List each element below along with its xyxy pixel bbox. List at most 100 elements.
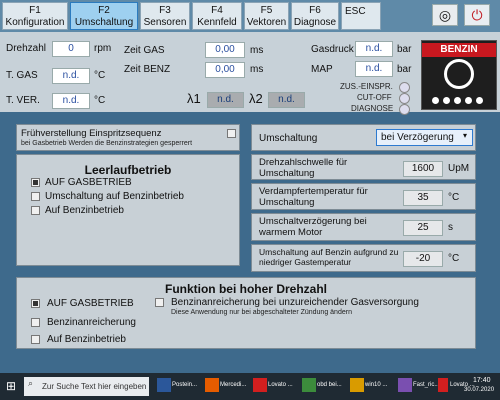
umschaltung-row: Drehzahlschwelle für Umschaltung 1600 Up…	[251, 154, 476, 180]
tab-key: F3	[159, 5, 171, 16]
verdampfertemperatur-input[interactable]: 35	[403, 190, 443, 206]
tgas-label: T. GAS	[6, 70, 38, 81]
tab-sensoren[interactable]: F3 Sensoren	[140, 2, 190, 30]
chevron-down-icon: ▾	[463, 131, 468, 140]
hoch-option-anreicherung-label: Benzinanreicherung	[47, 317, 136, 328]
hoch-option-benzin-checkbox[interactable]	[31, 335, 40, 344]
app-icon[interactable]	[350, 378, 364, 392]
search-placeholder: Zur Suche Text hier eingeben	[42, 382, 147, 391]
drehzahl-label: Drehzahl	[6, 43, 47, 54]
taskbar-app-label: Postein...	[172, 382, 198, 388]
tab-diagnose[interactable]: F6 Diagnose	[291, 2, 339, 30]
taskbar-search-input[interactable]: Zur Suche Text hier eingeben	[24, 377, 149, 396]
taskbar-app-label: Fast_ric...	[413, 382, 440, 388]
cutoff-indicator	[399, 93, 410, 104]
map-value: n.d.	[355, 61, 393, 77]
fuel-drop-icon	[444, 59, 474, 89]
umschaltung-selected-value: bei Verzögerung	[381, 132, 454, 143]
fruhverstellung-panel: Frühverstellung Einspritzsequenz bei Gas…	[16, 124, 240, 151]
leerlauf-option-gas-checkbox[interactable]	[31, 178, 40, 187]
leerlauf-option-umschaltung-checkbox[interactable]	[31, 192, 40, 201]
verdampfertemperatur-unit: °C	[448, 192, 460, 203]
gasdruck-value: n.d.	[355, 41, 393, 57]
app-icon[interactable]	[438, 378, 448, 392]
exit-icon: ⏻	[471, 7, 483, 23]
diagnose-indicator	[399, 104, 410, 115]
fruh-sub: bei Gasbetrieb Werden die Benzinstrategi…	[21, 140, 193, 147]
verdampfertemperatur-label: Verdampfertemperatur für Umschaltung	[259, 186, 368, 208]
gastemperatur-unit: °C	[448, 253, 460, 264]
benzin-status: BENZIN	[421, 40, 497, 110]
drehzahlschwelle-unit: UpM	[448, 163, 470, 174]
map-label: MAP	[311, 64, 333, 75]
app-icon[interactable]	[302, 378, 316, 392]
connection-icon-button[interactable]: ◎	[432, 4, 458, 26]
level-dot-icon	[476, 97, 483, 104]
leerlauf-option-gas-label: AUF GASBETRIEB	[45, 177, 132, 188]
taskbar-app-label: win10 ...	[365, 382, 388, 388]
drehzahlschwelle-input[interactable]: 1600	[403, 161, 443, 177]
tab-label: Konfiguration	[5, 17, 65, 28]
tgas-unit: °C	[94, 70, 106, 81]
lambda2-label: λ2	[249, 91, 263, 106]
zeitbenz-value: 0,00	[205, 62, 245, 78]
zus-label: ZUS.-EINSPR.	[340, 82, 393, 91]
tab-key: F2	[98, 5, 110, 16]
taskbar-app-label: obd bei...	[317, 382, 342, 388]
taskbar: ⊞ Zur Suche Text hier eingeben ⌕ Postein…	[0, 373, 500, 400]
tab-umschaltung[interactable]: F2 Umschaltung	[70, 2, 138, 30]
tab-key: F4	[211, 5, 223, 16]
fruh-checkbox[interactable]	[227, 129, 236, 138]
umschaltverzoegerung-input[interactable]: 25	[403, 220, 443, 236]
umschaltung-label: Umschaltung	[259, 133, 318, 144]
esc-label: ESC	[345, 6, 366, 17]
umschaltung-row: Verdampfertemperatur für Umschaltung 35 …	[251, 183, 476, 210]
app-icon[interactable]	[398, 378, 412, 392]
hoch-option-gas-checkbox[interactable]	[31, 299, 40, 308]
esc-button[interactable]: ESC	[341, 2, 381, 30]
zeitbenz-unit: ms	[250, 64, 264, 75]
tgas-value: n.d.	[52, 68, 90, 84]
gasversorgung-sub: Diese Anwendung nur bei abgeschalteter Z…	[171, 309, 352, 316]
leerlauf-option-umschaltung-label: Umschaltung auf Benzinbetrieb	[45, 191, 184, 202]
connection-icon: ◎	[438, 7, 452, 23]
tab-label: Kennfeld	[197, 17, 237, 28]
tab-label: Sensoren	[143, 17, 187, 28]
tab-label: Vektoren	[246, 17, 287, 28]
taskbar-app-label: Mercedi...	[220, 382, 247, 388]
tab-vektoren[interactable]: F5 Vektoren	[244, 2, 289, 30]
zeitgas-unit: ms	[250, 45, 264, 56]
cutoff-label: CUT-OFF	[357, 93, 392, 102]
search-icon: ⌕	[28, 378, 34, 388]
app-icon[interactable]	[253, 378, 267, 392]
gastemperatur-input[interactable]: -20	[403, 251, 443, 267]
tab-kennfeld[interactable]: F4 Kennfeld	[192, 2, 242, 30]
exit-icon-button[interactable]: ⏻	[464, 4, 490, 26]
hoch-title: Funktion bei hoher Drehzahl	[164, 282, 327, 296]
tab-konfiguration[interactable]: F1 Konfiguration	[2, 2, 68, 30]
leerlauf-panel: Leerlaufbetrieb AUF GASBETRIEB Umschaltu…	[16, 154, 240, 266]
level-dot-icon	[465, 97, 472, 104]
lambda1-label: λ1	[187, 91, 201, 106]
app-icon[interactable]	[205, 378, 219, 392]
hoch-option-anreicherung-checkbox[interactable]	[31, 318, 40, 327]
tver-label: T. VER.	[6, 95, 40, 106]
umschaltung-select[interactable]: bei Verzögerung ▾	[376, 129, 473, 146]
app-icon[interactable]	[157, 378, 171, 392]
umschaltung-row: Umschaltung auf Benzin aufgrund zu niedr…	[251, 244, 476, 272]
fruh-label: Frühverstellung Einspritzsequenz	[21, 128, 162, 139]
lambda2-value: n.d.	[268, 92, 305, 108]
level-dot-icon	[432, 97, 439, 104]
zeitgas-value: 0,00	[205, 42, 245, 58]
lambda1-value: n.d.	[207, 92, 244, 108]
windows-start-icon[interactable]: ⊞	[6, 379, 16, 393]
gasversorgung-checkbox[interactable]	[155, 298, 164, 307]
leerlauf-option-benzin-checkbox[interactable]	[31, 206, 40, 215]
tver-value: n.d.	[52, 93, 90, 109]
gastemperatur-label: Umschaltung auf Benzin aufgrund zu niedr…	[259, 247, 399, 267]
clock-date: 30.07.2020	[464, 387, 495, 393]
zeitgas-label: Zeit GAS	[124, 45, 165, 56]
leerlauf-option-benzin-label: Auf Benzinbetrieb	[45, 205, 124, 216]
gasdruck-label: Gasdruck	[311, 44, 354, 55]
tver-unit: °C	[94, 95, 106, 106]
